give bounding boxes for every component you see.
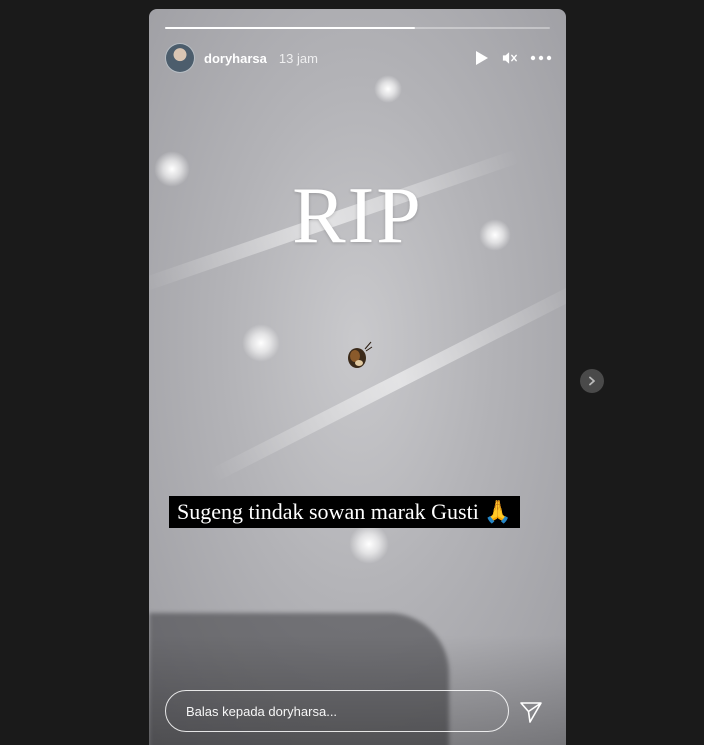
light-glare — [242, 324, 280, 362]
light-glare — [349, 524, 389, 564]
username[interactable]: doryharsa — [204, 51, 267, 66]
post-time: 13 jam — [278, 50, 318, 66]
light-glare — [374, 75, 402, 103]
story-viewer[interactable]: doryharsa 13 jam RIP Sugeng tindak sowan… — [149, 9, 566, 745]
chevron-right-icon — [589, 376, 595, 386]
story-caption: Sugeng tindak sowan marak Gusti 🙏 — [169, 496, 520, 528]
speaker-muted-icon — [502, 52, 517, 64]
send-button[interactable] — [518, 699, 544, 725]
play-button[interactable] — [474, 50, 490, 66]
story-title-text: RIP — [292, 172, 423, 260]
more-horizontal-icon — [530, 55, 552, 61]
cockroach-image — [348, 341, 373, 368]
story-progress-fill — [165, 27, 416, 29]
avatar[interactable] — [165, 43, 195, 73]
light-streak — [208, 279, 566, 483]
story-progress-bar — [165, 27, 550, 29]
story-header: doryharsa 13 jam — [165, 42, 552, 74]
play-icon — [476, 51, 488, 65]
paper-plane-icon — [520, 702, 542, 723]
reply-input[interactable] — [165, 690, 509, 732]
story-controls — [474, 50, 552, 66]
next-story-button[interactable] — [580, 369, 604, 393]
more-options-button[interactable] — [530, 50, 552, 66]
mute-button[interactable] — [502, 50, 518, 66]
